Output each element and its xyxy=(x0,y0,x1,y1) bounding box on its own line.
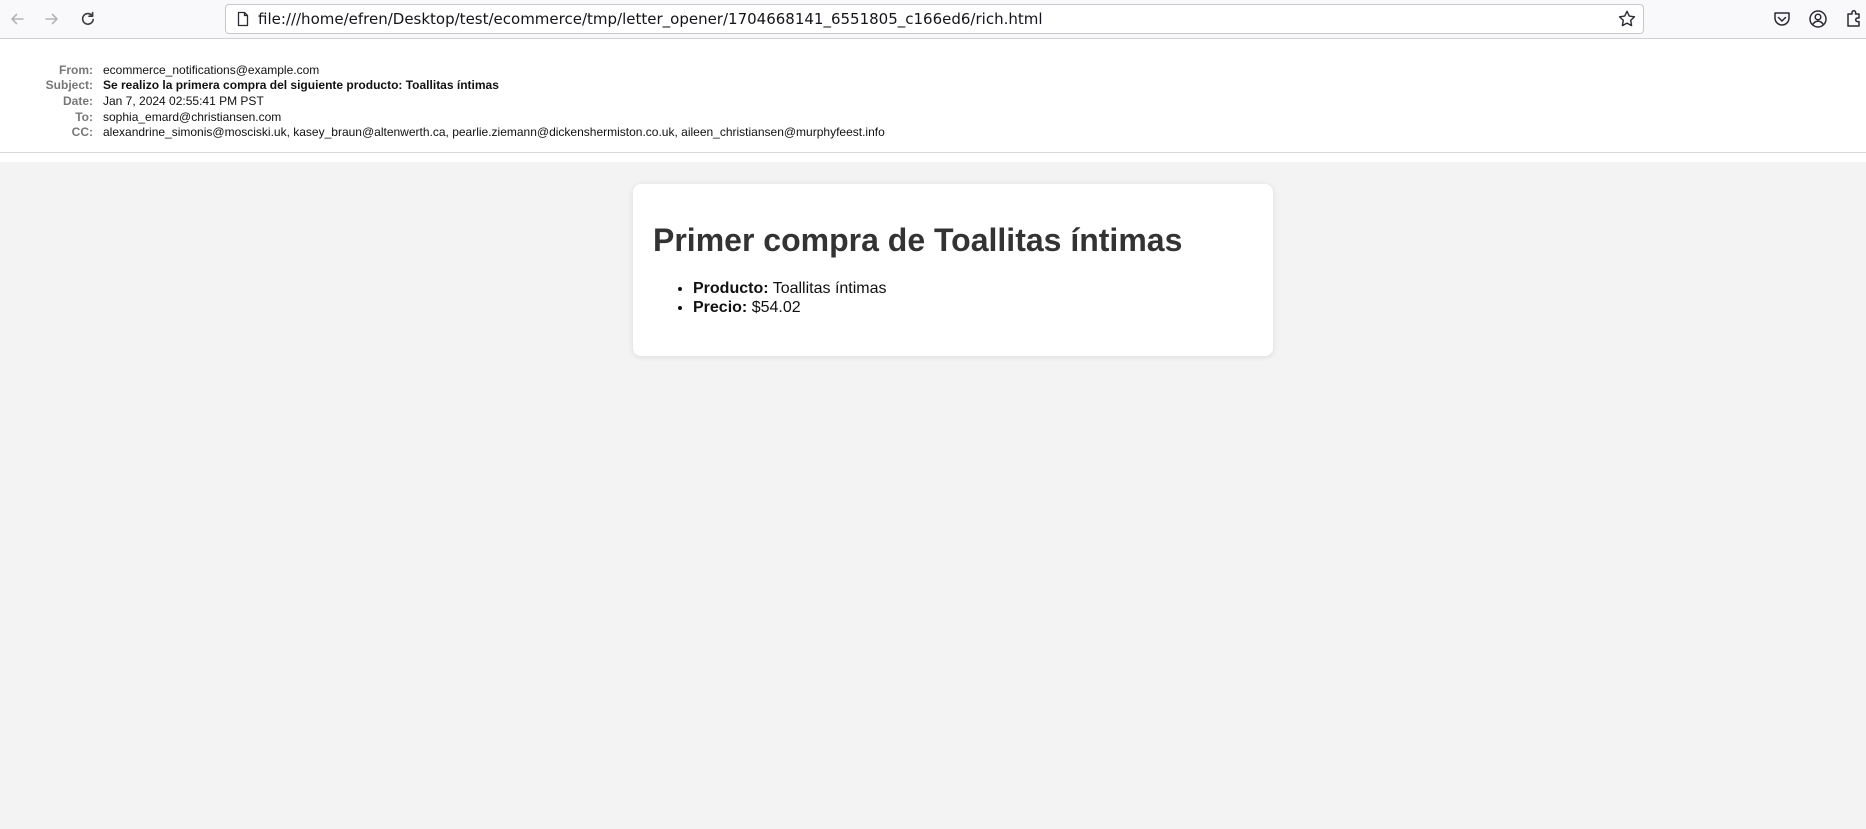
forward-arrow-icon xyxy=(45,13,58,25)
date-value: Jan 7, 2024 02:55:41 PM PST xyxy=(103,94,264,108)
detail-list: Producto: Toallitas íntimas Precio: $54.… xyxy=(653,279,887,317)
subject-label: Subject: xyxy=(45,78,93,92)
date-label: Date: xyxy=(62,94,93,108)
to-label: To: xyxy=(75,110,93,124)
price-value: $54.02 xyxy=(751,299,801,316)
reload-icon xyxy=(81,11,94,25)
from-label: From: xyxy=(59,63,93,77)
price-label: Precio: xyxy=(693,299,748,316)
url-text[interactable]: file:///home/efren/Desktop/test/ecommerc… xyxy=(258,5,1043,33)
back-button[interactable] xyxy=(4,6,30,32)
list-item-product: Producto: Toallitas íntimas xyxy=(693,279,887,298)
subject-value: Se realizo la primera compra del siguien… xyxy=(103,78,499,92)
product-label: Producto: xyxy=(693,280,769,297)
to-value: sophia_emard@christiansen.com xyxy=(103,110,282,124)
from-value: ecommerce_notifications@example.com xyxy=(103,63,320,77)
email-body: Primer compra de Toallitas íntimas Produ… xyxy=(0,162,1866,829)
message-title: Primer compra de Toallitas íntimas xyxy=(653,222,1183,258)
account-icon[interactable] xyxy=(1807,8,1829,30)
message-card: Primer compra de Toallitas íntimas Produ… xyxy=(633,184,1273,356)
pocket-icon[interactable] xyxy=(1771,8,1793,30)
browser-toolbar: file:///home/efren/Desktop/test/ecommerc… xyxy=(0,0,1866,39)
product-value: Toallitas íntimas xyxy=(772,280,887,297)
cc-label: CC: xyxy=(71,125,93,139)
cc-value: alexandrine_simonis@mosciski.uk, kasey_b… xyxy=(103,125,885,139)
list-item-price: Precio: $54.02 xyxy=(693,298,887,317)
extensions-icon[interactable] xyxy=(1843,8,1865,30)
address-bar[interactable]: file:///home/efren/Desktop/test/ecommerc… xyxy=(225,4,1644,34)
bookmark-star-icon[interactable] xyxy=(1617,9,1637,29)
email-header: From: ecommerce_notifications@example.co… xyxy=(0,39,1866,153)
forward-button[interactable] xyxy=(39,6,65,32)
reload-button[interactable] xyxy=(75,6,101,32)
back-arrow-icon xyxy=(11,13,24,25)
page-icon xyxy=(237,11,249,27)
